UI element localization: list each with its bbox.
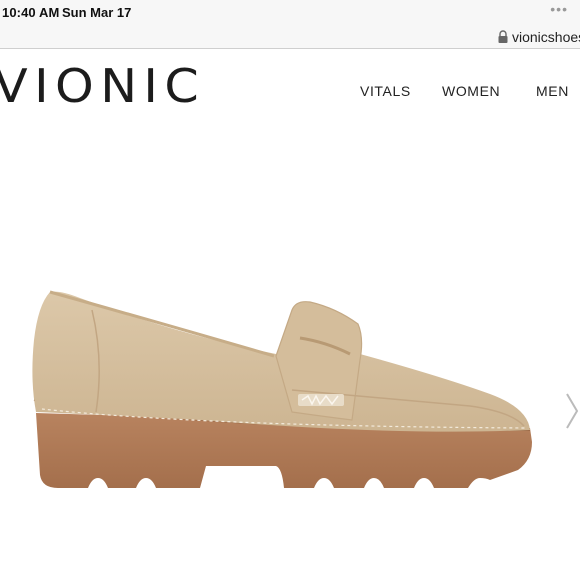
brand-logo[interactable]: VIONIC	[0, 63, 205, 109]
lock-icon	[498, 30, 508, 43]
nav-item-men[interactable]: MEN	[536, 83, 569, 99]
hardware-logo	[298, 394, 344, 406]
nav-item-vitals[interactable]: VITALS	[360, 83, 411, 99]
status-date: Sun Mar 17	[62, 5, 132, 20]
browser-address-bar[interactable]: vionicshoes	[0, 26, 580, 49]
product-image	[32, 290, 532, 488]
nav-item-women[interactable]: WOMEN	[442, 83, 500, 99]
more-options-icon[interactable]: •••	[550, 1, 568, 17]
ios-status-bar: 10:40 AM Sun Mar 17 •••	[0, 0, 580, 26]
url-text[interactable]: vionicshoes	[512, 29, 580, 45]
status-time: 10:40 AM	[2, 5, 60, 20]
chevron-right-icon[interactable]	[565, 388, 580, 434]
